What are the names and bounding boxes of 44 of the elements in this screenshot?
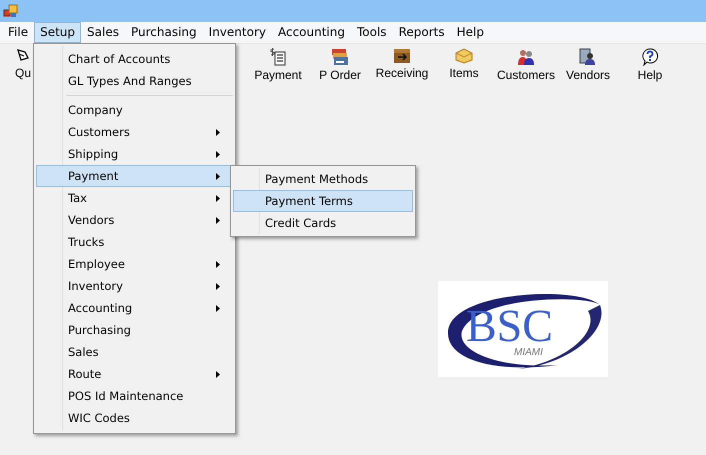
menu-item[interactable]: Reports (392, 22, 451, 43)
menu-item[interactable]: Inventory (202, 22, 272, 43)
menu-entry[interactable]: Sales (36, 341, 233, 363)
list-icon (270, 48, 286, 66)
menu-item[interactable]: File (2, 22, 34, 43)
menu-entry[interactable]: POS Id Maintenance (36, 385, 233, 407)
menu-entry[interactable]: Tax (36, 187, 233, 209)
menu-item[interactable]: Help (450, 22, 490, 43)
help-icon (641, 48, 660, 66)
menu-entry[interactable]: Credit Cards (233, 212, 413, 234)
menu-item[interactable]: Sales (81, 22, 125, 43)
menu-entry[interactable]: Company (36, 99, 233, 121)
toolbar-button[interactable]: Vendors (557, 48, 620, 82)
menu-entry[interactable]: WIC Codes (36, 407, 233, 429)
menu-entry[interactable]: Route (36, 363, 233, 385)
menu-entry[interactable]: Employee (36, 253, 233, 275)
menu-item[interactable]: Accounting (272, 22, 351, 43)
menu-entry[interactable]: Accounting (36, 297, 233, 319)
menu-entry[interactable]: Trucks (36, 231, 233, 253)
menu-entry[interactable]: Purchasing (36, 319, 233, 341)
menu-entry[interactable]: Customers (36, 121, 233, 143)
menu-entry[interactable]: Payment Terms (233, 190, 413, 212)
app-icon (3, 4, 19, 18)
package-icon (455, 48, 474, 64)
toolbar-button[interactable]: Customers (495, 48, 558, 82)
menu-entry[interactable]: Payment Methods (233, 168, 413, 190)
toolbar-label: Qu (15, 66, 32, 80)
menu-entry[interactable]: Vendors (36, 209, 233, 231)
toolbar-button[interactable]: Payment (247, 48, 310, 82)
menu-item[interactable]: Purchasing (124, 22, 203, 43)
menu-item[interactable]: Tools (351, 22, 393, 43)
company-logo: BSC MIAMI (438, 281, 608, 377)
toolbar-button[interactable]: P Order (309, 48, 372, 82)
menu-entry[interactable]: GL Types And Ranges (36, 70, 233, 92)
menu-entry[interactable]: Inventory (36, 275, 233, 297)
menu-entry[interactable]: Shipping (36, 143, 233, 165)
toolbar-button[interactable]: Items (433, 48, 496, 80)
toolbar-button[interactable]: Receiving (371, 48, 434, 80)
cards-icon (331, 48, 350, 66)
menu-entry[interactable]: Payment (36, 165, 233, 187)
menu-entry[interactable]: Chart of Accounts (36, 48, 233, 70)
menu-item[interactable]: Setup (34, 22, 82, 43)
box-icon (393, 48, 412, 64)
toolbar-button[interactable]: Help (619, 48, 682, 82)
